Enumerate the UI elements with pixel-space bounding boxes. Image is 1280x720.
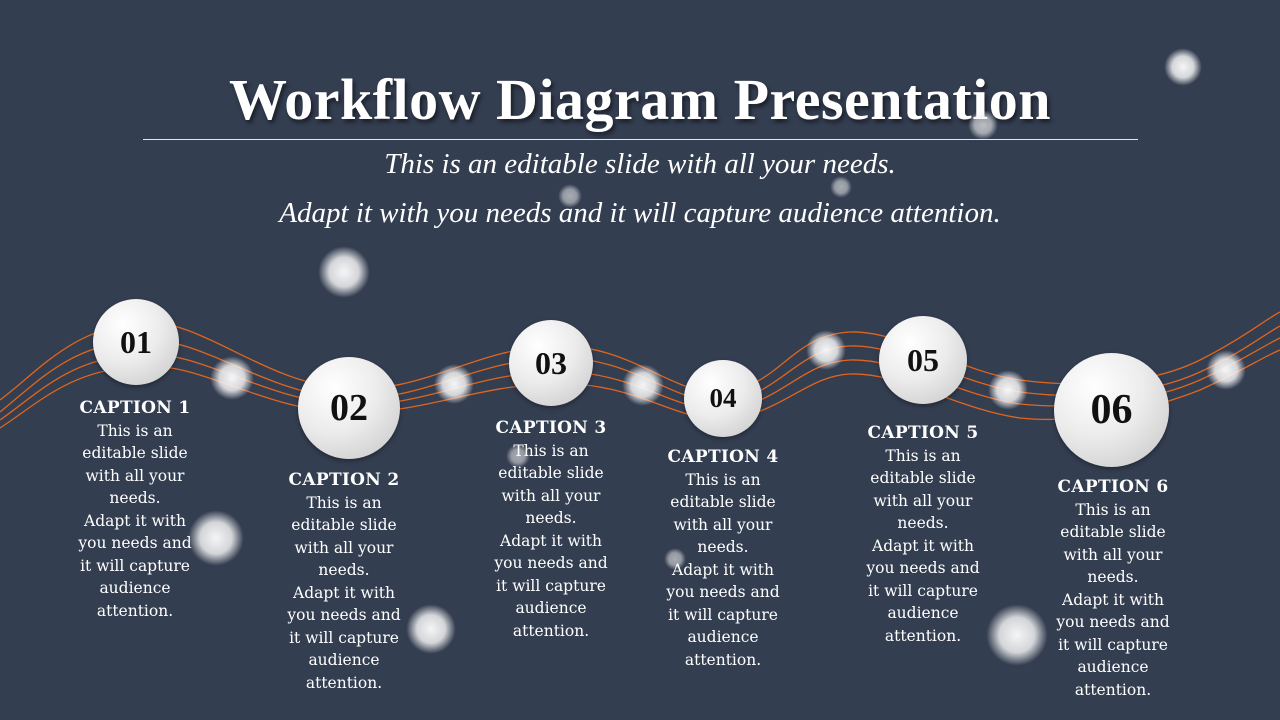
step-number: 04	[709, 383, 737, 413]
wave-glow	[988, 370, 1028, 410]
caption-block-2: CAPTION 2 This is an editable slide with…	[269, 469, 419, 694]
step-node-5[interactable]: 05	[879, 316, 967, 404]
caption-title: CAPTION 5	[867, 423, 979, 443]
caption-title: CAPTION 6	[1057, 477, 1169, 497]
caption-block-1: CAPTION 1 This is an editable slide with…	[60, 397, 210, 622]
caption-body: This is an editable slide with all your …	[666, 470, 780, 669]
step-node-4[interactable]: 04	[684, 360, 762, 437]
step-number: 01	[120, 323, 152, 360]
caption-body: This is an editable slide with all your …	[1056, 500, 1170, 699]
step-node-1[interactable]: 01	[93, 299, 179, 385]
caption-block-5: CAPTION 5 This is an editable slide with…	[848, 422, 998, 647]
caption-body: This is an editable slide with all your …	[78, 421, 192, 620]
caption-title: CAPTION 3	[495, 418, 607, 438]
step-number: 06	[1090, 387, 1133, 433]
step-node-3[interactable]: 03	[509, 320, 593, 406]
step-number: 02	[330, 387, 368, 429]
wave-glow	[806, 330, 846, 370]
step-number: 03	[535, 344, 567, 381]
wave-glow	[1206, 350, 1246, 390]
caption-block-4: CAPTION 4 This is an editable slide with…	[648, 446, 798, 671]
caption-body: This is an editable slide with all your …	[287, 493, 401, 692]
caption-title: CAPTION 2	[288, 470, 400, 490]
caption-block-3: CAPTION 3 This is an editable slide with…	[476, 417, 626, 642]
caption-block-6: CAPTION 6 This is an editable slide with…	[1038, 476, 1188, 701]
slide: Workflow Diagram Presentation This is an…	[0, 0, 1280, 720]
caption-body: This is an editable slide with all your …	[866, 446, 980, 645]
wave-glow	[434, 364, 474, 404]
step-node-2[interactable]: 02	[298, 357, 400, 459]
wave-glow	[210, 356, 254, 400]
caption-body: This is an editable slide with all your …	[494, 441, 608, 640]
step-number: 05	[907, 341, 939, 378]
caption-title: CAPTION 4	[667, 447, 779, 467]
caption-title: CAPTION 1	[79, 398, 191, 418]
step-node-6[interactable]: 06	[1054, 353, 1169, 467]
wave-glow	[622, 364, 664, 406]
